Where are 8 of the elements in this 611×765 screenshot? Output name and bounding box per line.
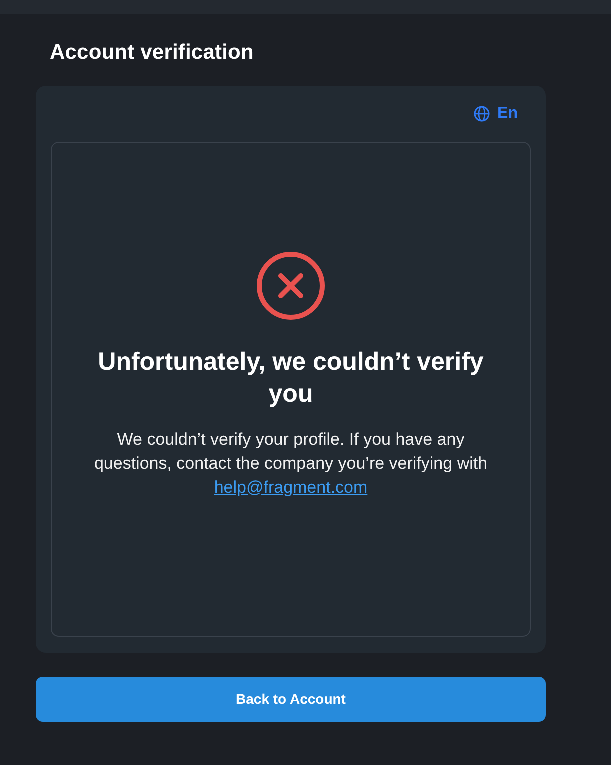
result-heading: Unfortunately, we couldn’t verify you: [97, 346, 485, 410]
globe-icon: [474, 106, 490, 122]
page-title: Account verification: [50, 40, 255, 66]
error-icon: [257, 252, 325, 320]
email-link[interactable]: help@fragment.com: [214, 476, 368, 500]
result-message: We couldn’t verify your profile. If you have any questions, contact the company you’re verifying with: [93, 428, 489, 474]
back-button[interactable]: Back to Account: [36, 677, 546, 722]
language-button[interactable]: En: [474, 103, 518, 125]
